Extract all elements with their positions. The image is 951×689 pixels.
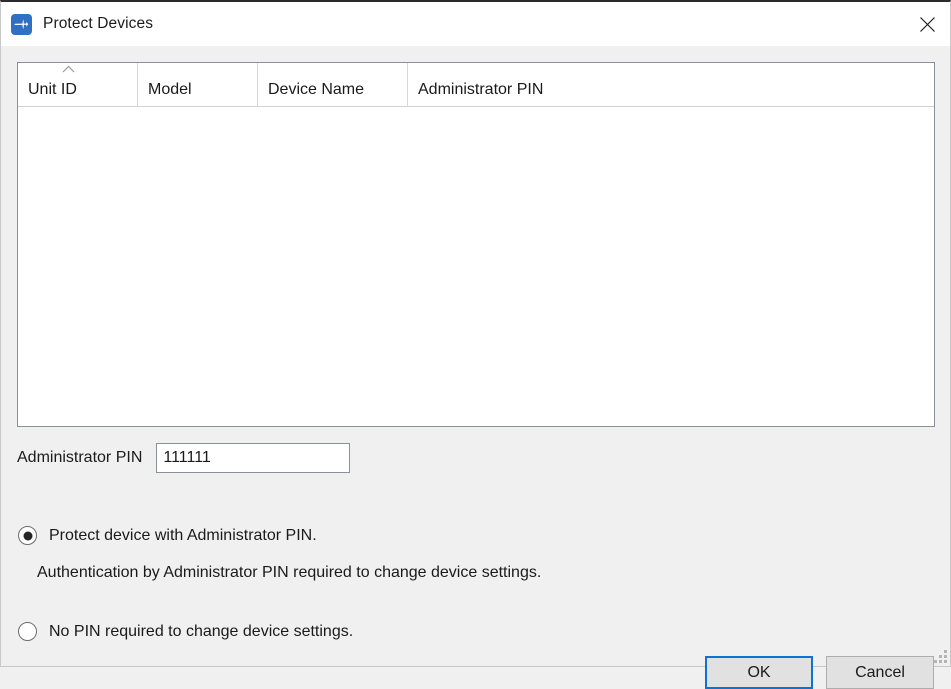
device-list-body[interactable] xyxy=(18,107,934,426)
column-header-administrator-pin[interactable]: Administrator PIN xyxy=(408,63,708,106)
column-header-label: Administrator PIN xyxy=(418,81,543,99)
column-header-label: Unit ID xyxy=(28,81,77,99)
column-header-label: Model xyxy=(148,81,192,99)
column-header-model[interactable]: Model xyxy=(138,63,258,106)
protect-devices-dialog: Protect Devices Unit ID Model xyxy=(0,0,951,667)
option-protect-with-pin-note: Authentication by Administrator PIN requ… xyxy=(37,564,541,582)
option-protect-with-pin[interactable]: Protect device with Administrator PIN. xyxy=(18,526,317,545)
option-no-pin-required[interactable]: No PIN required to change device setting… xyxy=(18,622,353,641)
device-list-header: Unit ID Model Device Name Administrator … xyxy=(18,63,934,107)
option-label: No PIN required to change device setting… xyxy=(49,623,353,641)
column-header-device-name[interactable]: Device Name xyxy=(258,63,408,106)
resize-grip[interactable] xyxy=(933,649,947,663)
ok-button[interactable]: OK xyxy=(705,656,813,689)
window-title: Protect Devices xyxy=(43,15,153,33)
administrator-pin-input[interactable] xyxy=(156,443,350,473)
radio-no-pin-required[interactable] xyxy=(18,622,37,641)
dialog-client-area: Unit ID Model Device Name Administrator … xyxy=(1,46,950,666)
sort-ascending-caret-icon xyxy=(62,65,75,73)
device-list[interactable]: Unit ID Model Device Name Administrator … xyxy=(17,62,935,427)
dialog-button-bar: OK Cancel xyxy=(705,656,934,689)
administrator-pin-label: Administrator PIN xyxy=(17,449,142,467)
radio-protect-with-pin[interactable] xyxy=(18,526,37,545)
column-header-unit-id[interactable]: Unit ID xyxy=(18,63,138,106)
column-header-label: Device Name xyxy=(268,81,364,99)
administrator-pin-row: Administrator PIN xyxy=(17,443,350,473)
option-label: Protect device with Administrator PIN. xyxy=(49,527,317,545)
cancel-button[interactable]: Cancel xyxy=(826,656,934,689)
close-icon[interactable] xyxy=(904,2,950,46)
protect-devices-icon xyxy=(11,14,32,35)
title-bar: Protect Devices xyxy=(1,2,950,46)
